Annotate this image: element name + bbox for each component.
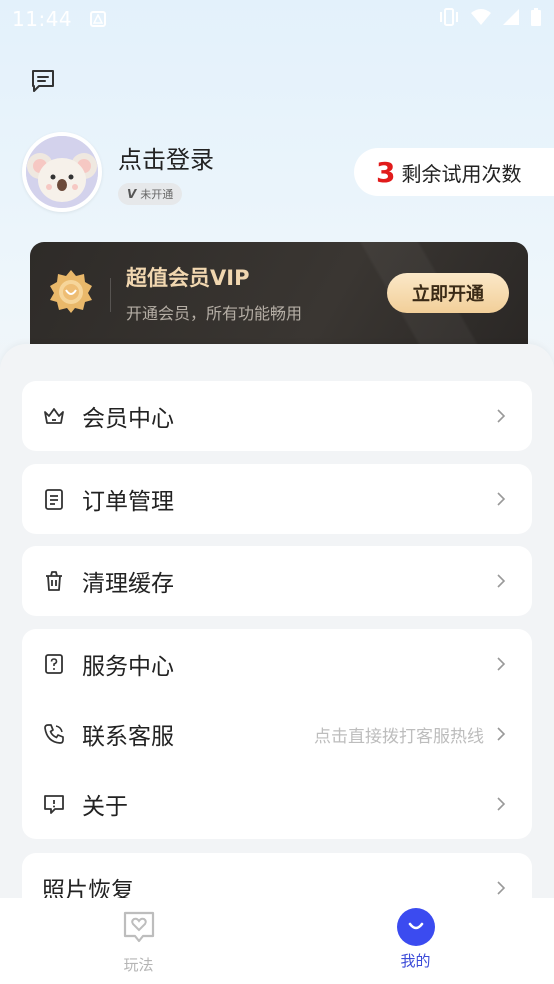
chevron-right-icon	[496, 726, 506, 742]
contact-hint: 点击直接拨打客服热线	[314, 726, 484, 747]
trial-label: 剩余试用次数	[401, 161, 522, 186]
chevron-right-icon	[496, 796, 506, 812]
menu-card-member: 会员中心	[22, 381, 532, 451]
help-icon	[42, 652, 66, 676]
menu-item-order-management[interactable]: 订单管理	[22, 464, 532, 534]
status-time: 11:44	[12, 7, 73, 31]
menu-item-about[interactable]: 关于	[22, 769, 532, 839]
chevron-right-icon	[496, 656, 506, 672]
menu-item-label: 关于	[82, 794, 128, 820]
vip-promo-card[interactable]: 超值会员VIP 开通会员，所有功能畅用 立即开通	[30, 242, 528, 348]
menu-item-label: 照片恢复	[42, 878, 134, 898]
chevron-right-icon	[496, 408, 506, 424]
status-bar: 11:44	[0, 0, 554, 38]
vibrate-icon	[438, 7, 460, 31]
vip-medal-icon	[48, 268, 94, 314]
menu-item-label: 联系客服	[82, 724, 174, 750]
phone-icon	[42, 722, 66, 746]
menu-item-clear-cache[interactable]: 清理缓存	[22, 546, 532, 616]
vip-status-badge: V 未开通	[118, 182, 183, 205]
koala-avatar-icon	[26, 136, 98, 208]
menu-item-label: 会员中心	[82, 406, 174, 432]
menu-item-service-center[interactable]: 服务中心	[22, 629, 532, 699]
tab-label: 玩法	[123, 956, 154, 974]
activate-vip-button[interactable]: 立即开通	[387, 273, 509, 313]
notification-app-icon	[90, 11, 107, 27]
vip-subtitle: 开通会员，所有功能畅用	[126, 304, 303, 323]
tab-label: 我的	[400, 952, 431, 970]
tab-me[interactable]: 我的	[277, 898, 554, 984]
order-list-icon	[42, 487, 66, 511]
menu-card-cache: 清理缓存	[22, 546, 532, 616]
menu-item-label: 订单管理	[82, 489, 174, 515]
vip-badge-text: 未开通	[140, 187, 174, 201]
menu-item-contact-support[interactable]: 联系客服 点击直接拨打客服热线	[22, 699, 532, 769]
menu-item-label: 服务中心	[82, 654, 174, 680]
vip-badge-prefix: V	[127, 186, 137, 201]
signal-icon	[502, 8, 520, 30]
trial-count: 3	[376, 155, 396, 189]
battery-icon	[530, 7, 542, 31]
menu-item-photo-recovery[interactable]: 照片恢复	[22, 853, 532, 898]
smile-icon	[396, 908, 435, 946]
message-icon[interactable]	[28, 66, 58, 96]
menu-card-photo: 照片恢复	[22, 853, 532, 898]
login-link[interactable]: 点击登录	[118, 140, 214, 175]
tab-play[interactable]: 玩法	[0, 898, 277, 984]
chevron-right-icon	[496, 491, 506, 507]
menu-item-member-center[interactable]: 会员中心	[22, 381, 532, 451]
trial-count-pill: 3 剩余试用次数	[354, 148, 554, 196]
bottom-tab-bar: 玩法 我的	[0, 898, 554, 984]
avatar[interactable]	[22, 132, 102, 212]
vip-divider	[110, 278, 111, 312]
vip-title: 超值会员VIP	[126, 266, 250, 290]
chevron-right-icon	[496, 880, 506, 896]
trash-icon	[42, 569, 66, 593]
wifi-icon	[470, 8, 492, 30]
crown-icon	[42, 404, 66, 428]
chevron-right-icon	[496, 573, 506, 589]
menu-item-label: 清理缓存	[82, 571, 174, 597]
profile-section[interactable]: 点击登录 V 未开通	[22, 132, 214, 212]
info-chat-icon	[42, 792, 66, 816]
heart-chat-icon	[120, 908, 158, 950]
menu-card-orders: 订单管理	[22, 464, 532, 534]
menu-card-service: 服务中心 联系客服 点击直接拨打客服热线 关于	[22, 629, 532, 839]
